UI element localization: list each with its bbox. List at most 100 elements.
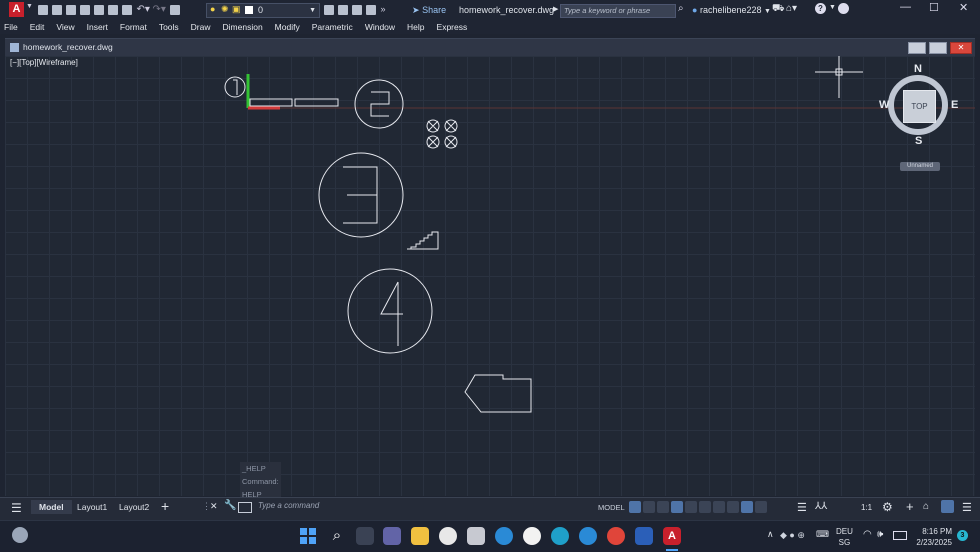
tab-layout1[interactable]: Layout1 <box>77 502 107 512</box>
close-command-icon[interactable]: ✕ <box>210 501 218 512</box>
dynamic-input-icon[interactable] <box>671 501 683 513</box>
chatgpt-icon[interactable] <box>439 527 457 545</box>
hamburger-menu-icon[interactable]: ☰ <box>11 501 22 515</box>
save-as-icon[interactable] <box>80 4 90 15</box>
maximize-button[interactable]: ☐ <box>929 1 939 14</box>
plus-icon[interactable]: + <box>906 499 914 514</box>
menu-draw[interactable]: Draw <box>185 20 217 34</box>
menu-express[interactable]: Express <box>431 20 474 34</box>
command-line[interactable]: ⋮ ✕ 🔧 Type a command <box>202 500 592 515</box>
plot-icon[interactable] <box>122 4 132 15</box>
store-icon[interactable] <box>467 527 485 545</box>
match-properties-icon[interactable] <box>324 4 334 15</box>
menu-window[interactable]: Window <box>359 20 401 34</box>
tab-model[interactable]: Model <box>31 500 72 514</box>
menu-edit[interactable]: Edit <box>24 20 51 34</box>
undo-icon[interactable]: ↶▾ <box>137 4 150 15</box>
open-web-icon[interactable] <box>94 4 104 15</box>
menu-format[interactable]: Format <box>114 20 153 34</box>
chat-icon[interactable] <box>838 3 849 14</box>
battery-icon[interactable] <box>893 531 907 540</box>
workspace-icon[interactable]: ⌂ <box>923 501 929 512</box>
chrome-icon[interactable] <box>607 527 625 545</box>
edge-icon[interactable] <box>551 527 569 545</box>
help-dropdown-icon[interactable]: ▼ <box>829 4 836 11</box>
menu-view[interactable]: View <box>50 20 80 34</box>
teams-icon[interactable] <box>383 527 401 545</box>
start-button[interactable] <box>300 528 316 544</box>
layer-previous-icon[interactable] <box>352 4 362 15</box>
transparency-icon[interactable] <box>755 501 767 513</box>
weather-icon[interactable] <box>12 527 28 543</box>
task-view-icon[interactable] <box>356 527 374 545</box>
wifi-icon[interactable]: ◠ <box>863 529 872 540</box>
compass-north[interactable]: N <box>914 63 922 75</box>
language-indicator[interactable]: DEU SG <box>836 526 853 548</box>
menu-help[interactable]: Help <box>401 20 430 34</box>
github-icon[interactable] <box>523 527 541 545</box>
layer-dropdown[interactable]: ● ✺ ▣ 0 ▼ <box>206 3 320 18</box>
search-input[interactable]: Type a keyword or phrase <box>560 4 676 18</box>
clock[interactable]: 8:16 PM 2/23/2025 <box>912 526 952 548</box>
word-icon[interactable] <box>635 527 653 545</box>
doc-restore-button[interactable] <box>929 42 947 54</box>
menu-insert[interactable]: Insert <box>81 20 114 34</box>
infer-icon[interactable] <box>657 501 669 513</box>
search-taskbar-icon[interactable]: ⌕ <box>328 527 346 545</box>
pinned-app-icon[interactable] <box>579 527 597 545</box>
compass-south[interactable]: S <box>915 135 922 147</box>
pinned-app-icon[interactable] <box>495 527 513 545</box>
status-model-button[interactable]: MODEL <box>598 503 625 512</box>
volume-icon[interactable]: 🕪 <box>877 529 883 540</box>
annotation-icon[interactable]: ⅄⅄ <box>815 501 827 512</box>
autodesk-apps-icon[interactable]: ⌂▾ <box>786 3 797 14</box>
save-web-icon[interactable] <box>108 4 118 15</box>
tray-apps-icons[interactable]: ◆ ● ⊕ <box>780 530 805 541</box>
user-account-button[interactable]: ● rachelibene228 ▼ <box>692 3 771 19</box>
menu-file[interactable]: File <box>0 20 24 34</box>
more-tools-icon[interactable]: » <box>381 4 386 14</box>
add-layout-button[interactable]: + <box>161 498 169 514</box>
minimize-button[interactable]: — <box>900 1 911 13</box>
tray-chevron-icon[interactable]: ∧ <box>767 529 774 540</box>
ortho-icon[interactable] <box>685 501 697 513</box>
tab-layout2[interactable]: Layout2 <box>119 502 149 512</box>
drawing-viewport[interactable]: [−][Top][Wireframe] TOP N S E W Unnamed … <box>5 56 975 501</box>
doc-close-button[interactable]: ✕ <box>950 42 972 54</box>
viewcube-top-face[interactable]: TOP <box>903 90 936 123</box>
share-button[interactable]: ➤ Share <box>412 3 446 17</box>
viewcube[interactable]: TOP N S E W <box>879 63 960 147</box>
app-logo[interactable]: A <box>9 2 24 17</box>
settings-icon[interactable]: ⚙ <box>882 500 893 514</box>
hardware-accel-icon[interactable] <box>941 500 954 513</box>
help-icon[interactable]: ? <box>815 3 826 14</box>
cart-icon[interactable]: ⛟ <box>772 3 785 16</box>
file-explorer-icon[interactable] <box>411 527 429 545</box>
layer-states-icon[interactable] <box>366 4 376 15</box>
grid-icon[interactable] <box>629 501 641 513</box>
autocad-taskbar-icon[interactable]: A <box>663 527 681 545</box>
annotation-scale[interactable]: 1:1 <box>861 503 872 512</box>
menu-tools[interactable]: Tools <box>153 20 185 34</box>
open-icon[interactable] <box>52 4 62 15</box>
notification-badge[interactable]: 3 <box>957 530 968 541</box>
layer-properties-icon[interactable] <box>170 4 181 15</box>
status-menu-icon[interactable]: ☰ <box>962 501 972 514</box>
save-icon[interactable] <box>66 4 76 15</box>
command-input[interactable]: Type a command <box>258 501 319 510</box>
close-button[interactable]: ✕ <box>959 1 968 14</box>
menu-modify[interactable]: Modify <box>269 20 306 34</box>
layer-match-icon[interactable] <box>338 4 348 15</box>
keyboard-icon[interactable]: ⌨ <box>816 529 829 540</box>
doc-minimize-button[interactable] <box>908 42 926 54</box>
polar-icon[interactable] <box>699 501 711 513</box>
osnap-icon[interactable] <box>727 501 739 513</box>
search-arrow-icon[interactable]: ▶ <box>553 3 558 17</box>
isodraft-icon[interactable] <box>713 501 725 513</box>
menu-dimension[interactable]: Dimension <box>217 20 269 34</box>
command-prompt-icon[interactable] <box>238 502 252 513</box>
status-customize-icon[interactable]: ☰ <box>797 501 807 514</box>
redo-icon[interactable]: ↷▾ <box>152 4 165 15</box>
compass-east[interactable]: E <box>951 99 958 111</box>
app-menu-arrow-icon[interactable]: ▼ <box>26 3 33 10</box>
